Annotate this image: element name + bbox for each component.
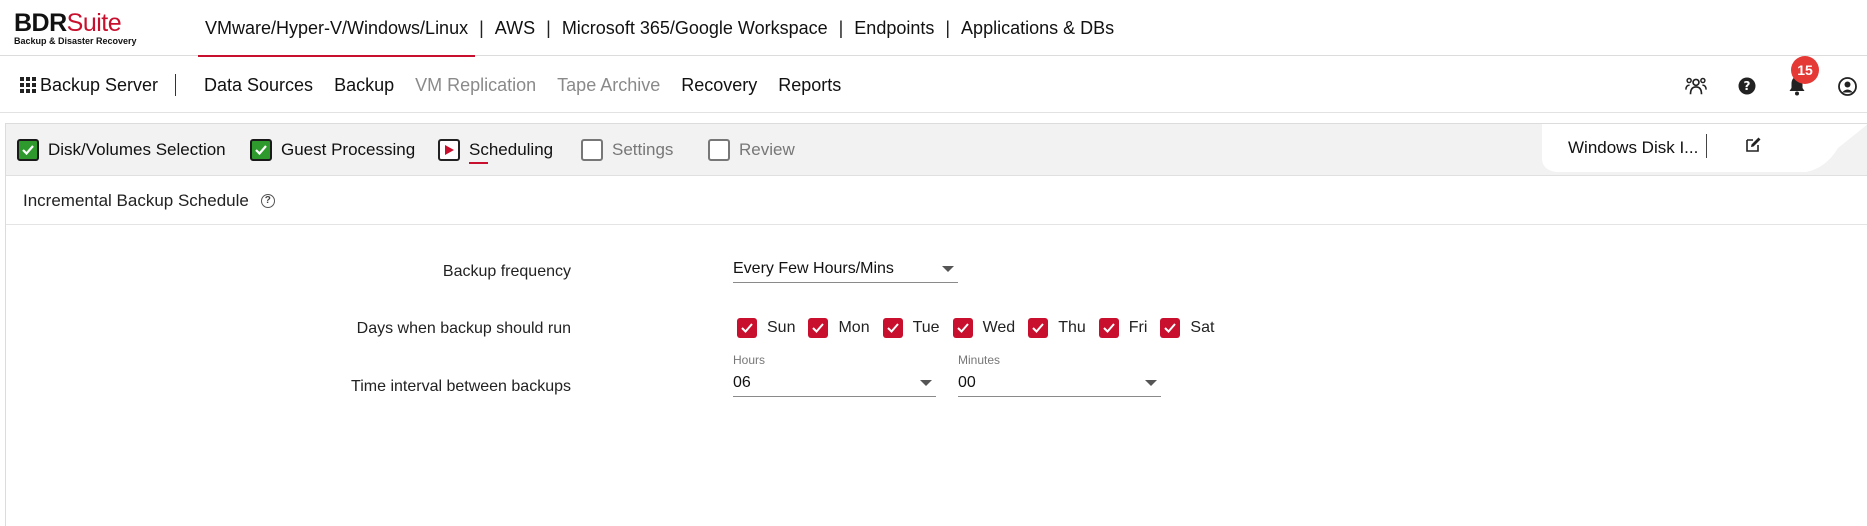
notification-badge[interactable]: 15	[1791, 56, 1819, 84]
job-name: Windows Disk I...	[1568, 138, 1699, 157]
interval-label: Time interval between backups	[351, 378, 571, 395]
step-label: Review	[739, 140, 795, 159]
day-label: Sun	[767, 319, 796, 336]
product-tab-vmware[interactable]: VMware/Hyper-V/Windows/Linux	[198, 0, 476, 57]
chevron-down-icon	[1145, 380, 1157, 386]
days-checkbox-group: Sun Mon Tue Wed Thu Fri Sat	[737, 316, 1227, 340]
logo-text-suite: Suite	[66, 9, 122, 37]
chevron-down-icon	[920, 380, 932, 386]
step-disk-volumes-selection[interactable]: Disk/Volumes Selection	[17, 124, 226, 176]
product-tab-label: VMware/Hyper-V/Windows/Linux	[205, 17, 469, 38]
main-nav: Backup Server Data Sources Backup VM Rep…	[0, 57, 1867, 113]
checkbox-empty-icon	[581, 139, 603, 161]
day-checkbox-wed[interactable]: Wed	[952, 318, 1016, 338]
product-tab-label: Microsoft 365/Google Workspace	[561, 17, 828, 38]
menu-backup[interactable]: Backup	[334, 75, 394, 96]
day-label: Sat	[1190, 319, 1215, 336]
svg-text:?: ?	[1744, 79, 1751, 93]
step-settings[interactable]: Settings	[581, 124, 673, 176]
help-icon[interactable]: ?	[1736, 75, 1758, 97]
product-bar: BDRSuite Backup & Disaster Recovery VMwa…	[0, 0, 1867, 57]
current-step-indicator	[469, 162, 488, 164]
checkbox-checked-icon	[882, 318, 903, 338]
step-label: Disk/Volumes Selection	[48, 140, 226, 159]
check-done-icon	[17, 139, 39, 161]
product-nav-separator: |	[838, 17, 844, 38]
section-title: Incremental Backup Schedule	[23, 190, 249, 210]
job-name-divider	[1706, 134, 1707, 158]
user-account-icon[interactable]	[1836, 75, 1858, 97]
checkbox-empty-icon	[708, 139, 730, 161]
product-nav-separator: |	[945, 17, 951, 38]
day-label: Tue	[912, 319, 940, 336]
checkbox-checked-icon	[1160, 318, 1181, 338]
logo-tagline: Backup & Disaster Recovery	[14, 36, 137, 46]
job-name-tab: Windows Disk I...	[1536, 124, 1867, 176]
users-icon[interactable]	[1685, 75, 1707, 97]
menu-tape-archive[interactable]: Tape Archive	[557, 75, 660, 96]
checkbox-checked-icon	[808, 318, 829, 338]
menu-vm-replication[interactable]: VM Replication	[415, 75, 536, 96]
product-nav-separator: |	[479, 17, 484, 38]
help-circle-icon[interactable]: ?	[260, 193, 275, 208]
product-tab-label: Applications & DBs	[961, 17, 1115, 38]
menu-reports[interactable]: Reports	[778, 75, 841, 96]
step-guest-processing[interactable]: Guest Processing	[250, 124, 415, 176]
chevron-down-icon	[942, 266, 954, 272]
hours-select[interactable]: 06	[733, 369, 936, 397]
product-tab-microsoft365[interactable]: Microsoft 365/Google Workspace	[555, 0, 835, 56]
product-tab-applications[interactable]: Applications & DBs	[954, 0, 1121, 56]
menu-data-sources[interactable]: Data Sources	[204, 75, 313, 96]
minutes-select[interactable]: 00	[958, 369, 1161, 397]
day-checkbox-sun[interactable]: Sun	[737, 318, 795, 338]
backup-frequency-select[interactable]: Every Few Hours/Mins	[733, 255, 958, 283]
checkbox-checked-icon	[952, 318, 973, 338]
day-checkbox-sat[interactable]: Sat	[1160, 318, 1214, 338]
checkbox-checked-icon	[1028, 318, 1049, 338]
check-done-icon	[250, 139, 272, 161]
apps-grid-icon[interactable]	[20, 77, 36, 93]
product-nav-separator: |	[546, 17, 551, 38]
product-tab-label: Endpoints	[854, 17, 935, 38]
play-icon	[438, 139, 460, 161]
logo-wordmark: BDRSuite	[14, 10, 154, 36]
product-tab-endpoints[interactable]: Endpoints	[847, 0, 941, 56]
bdrsuite-logo[interactable]: BDRSuite Backup & Disaster Recovery	[14, 10, 154, 50]
hours-label: Hours	[733, 353, 766, 367]
days-label: Days when backup should run	[356, 320, 571, 337]
checkbox-checked-icon	[1098, 318, 1119, 338]
day-checkbox-thu[interactable]: Thu	[1028, 318, 1086, 338]
step-label: Scheduling	[469, 140, 554, 159]
main-menu: Data Sources Backup VM Replication Tape …	[204, 57, 862, 113]
minutes-label: Minutes	[958, 353, 1001, 367]
nav-divider	[175, 74, 176, 96]
backup-frequency-value: Every Few Hours/Mins	[733, 259, 894, 277]
minutes-value: 00	[958, 373, 976, 391]
day-checkbox-fri[interactable]: Fri	[1098, 318, 1148, 338]
step-label: Settings	[612, 140, 674, 159]
day-checkbox-tue[interactable]: Tue	[882, 318, 940, 338]
product-tab-aws[interactable]: AWS	[488, 0, 542, 56]
day-checkbox-mon[interactable]: Mon	[808, 318, 870, 338]
product-nav: VMware/Hyper-V/Windows/Linux | AWS | Mic…	[198, 0, 1121, 57]
backup-frequency-label: Backup frequency	[442, 263, 571, 280]
logo-text-bdr: BDR	[14, 9, 67, 37]
hours-value: 06	[733, 373, 751, 391]
backup-server-label[interactable]: Backup Server	[40, 57, 158, 113]
step-review[interactable]: Review	[708, 124, 795, 176]
menu-recovery[interactable]: Recovery	[681, 75, 757, 96]
step-label: Guest Processing	[281, 140, 416, 159]
day-label: Wed	[982, 319, 1016, 336]
checkbox-checked-icon	[737, 318, 757, 338]
product-tab-label: AWS	[494, 17, 536, 38]
day-label: Fri	[1128, 319, 1148, 336]
step-scheduling[interactable]: Scheduling	[438, 124, 553, 176]
edit-icon[interactable]	[1744, 136, 1766, 158]
wizard-steps: Disk/Volumes Selection Guest Processing …	[6, 124, 1867, 176]
day-label: Thu	[1058, 319, 1086, 336]
day-label: Mon	[838, 319, 870, 336]
section-header: Incremental Backup Schedule ?	[6, 177, 1867, 225]
